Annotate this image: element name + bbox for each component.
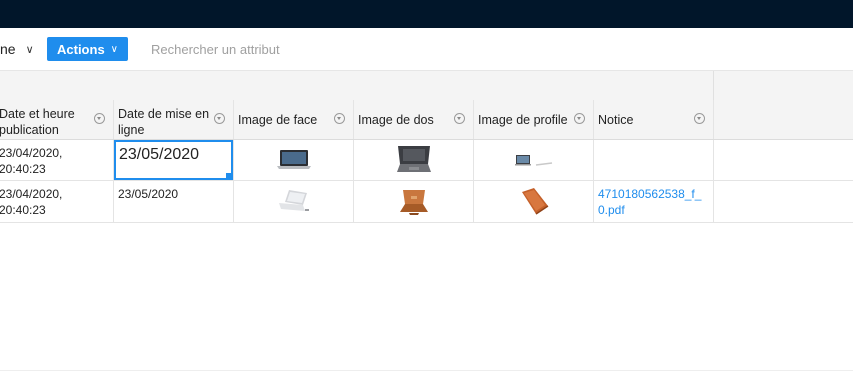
laptop-front-thumbnail	[278, 189, 309, 211]
actions-button[interactable]: Actions ∨	[47, 37, 128, 61]
laptop-side-thumbnail	[521, 187, 548, 215]
laptop-back-thumbnail	[396, 146, 431, 172]
column-menu-icon[interactable]	[454, 113, 465, 124]
laptop-side-thumbnail	[514, 155, 552, 166]
column-header-label: Image de profile	[478, 113, 568, 127]
cell-date-publication[interactable]: 23/04/2020, 20:40:23	[0, 140, 114, 180]
notice-pdf-link[interactable]: 4710180562538_f_0.pdf	[598, 186, 709, 218]
view-selector[interactable]: ne ∨	[0, 40, 34, 58]
laptop-back-thumbnail	[399, 189, 428, 215]
grid-header-row: Date et heure publication Date de mise e…	[0, 100, 853, 140]
column-header-label: Date et heure publication	[0, 107, 75, 137]
cell-image-dos[interactable]	[354, 181, 474, 222]
column-header-date-mise-en-ligne[interactable]: Date de mise en ligne	[114, 100, 234, 139]
grid-bottom-divider	[0, 370, 853, 371]
selected-cell-date-mise-en-ligne[interactable]: 23/05/2020	[114, 140, 233, 180]
column-group-divider	[713, 71, 714, 100]
column-header-notice[interactable]: Notice	[594, 100, 714, 139]
cell-text: 23/04/2020, 20:40:23	[0, 146, 63, 176]
column-header-date-publication[interactable]: Date et heure publication	[0, 100, 114, 139]
column-menu-icon[interactable]	[694, 113, 705, 124]
column-header-image-profile[interactable]: Image de profile	[474, 100, 594, 139]
cell-image-face[interactable]	[234, 140, 354, 180]
cell-image-dos[interactable]	[354, 140, 474, 180]
column-menu-icon[interactable]	[574, 113, 585, 124]
laptop-front-thumbnail	[276, 150, 311, 169]
cell-date-mise-en-ligne[interactable]: 23/05/2020	[114, 181, 234, 222]
fill-handle[interactable]	[226, 173, 233, 180]
table-row: 23/04/2020, 20:40:23 23/05/2020	[0, 181, 853, 223]
column-header-label: Image de face	[238, 113, 318, 127]
cell-notice[interactable]: 4710180562538_f_0.pdf	[594, 181, 714, 222]
chevron-down-icon: ∨	[110, 43, 118, 55]
cell-notice[interactable]	[594, 140, 714, 180]
cell-image-face[interactable]	[234, 181, 354, 222]
table-row: 23/04/2020, 20:40:23 23/05/2020	[0, 140, 853, 181]
top-navigation-bar	[0, 0, 853, 28]
view-selector-label: ne	[0, 41, 16, 57]
attribute-search-input[interactable]	[151, 39, 451, 59]
cell-text: 23/04/2020, 20:40:23	[0, 187, 63, 217]
cell-image-profile[interactable]	[474, 181, 594, 222]
column-header-image-face[interactable]: Image de face	[234, 100, 354, 139]
cell-text: 23/05/2020	[119, 146, 200, 163]
column-group-header	[0, 71, 853, 101]
column-menu-icon[interactable]	[334, 113, 345, 124]
column-header-label: Image de dos	[358, 113, 434, 127]
toolbar: ne ∨ Actions ∨	[0, 28, 853, 71]
cell-image-profile[interactable]	[474, 140, 594, 180]
cell-date-publication[interactable]: 23/04/2020, 20:40:23	[0, 181, 114, 222]
column-menu-icon[interactable]	[214, 113, 225, 124]
chevron-down-icon: ∨	[25, 43, 34, 56]
actions-button-label: Actions	[57, 41, 105, 57]
column-header-label: Notice	[598, 113, 634, 127]
column-header-label: Date de mise en ligne	[118, 107, 210, 137]
column-menu-icon[interactable]	[94, 113, 105, 124]
column-header-image-dos[interactable]: Image de dos	[354, 100, 474, 139]
cell-text: 23/05/2020	[118, 187, 179, 201]
